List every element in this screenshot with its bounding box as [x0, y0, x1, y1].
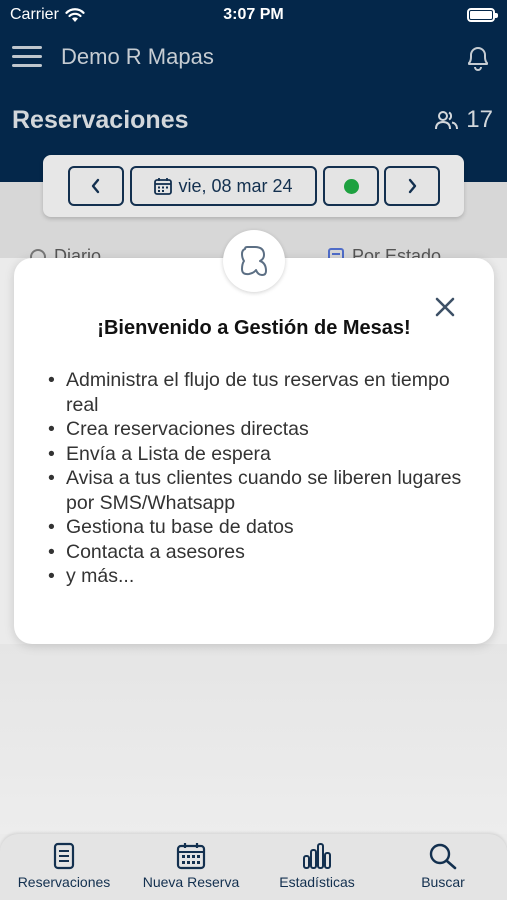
- tab-reservaciones[interactable]: Reservaciones: [14, 834, 114, 900]
- status-filter-button[interactable]: [323, 166, 379, 206]
- app-logo: [223, 230, 285, 292]
- guest-count-value: 17: [466, 106, 493, 133]
- document-icon: [53, 842, 75, 870]
- date-navigation: vie, 08 mar 24: [43, 155, 464, 217]
- feature-item: Contacta a asesores: [48, 540, 468, 565]
- bell-icon[interactable]: [465, 44, 491, 72]
- status-time: 3:07 PM: [223, 6, 284, 23]
- feature-list: Administra el flujo de tus reservas en t…: [48, 368, 468, 589]
- tab-buscar[interactable]: Buscar: [413, 834, 473, 900]
- bar-chart-icon: [303, 843, 331, 869]
- tab-nueva-reserva-label: Nueva Reserva: [142, 874, 240, 890]
- calendar-icon: [154, 178, 173, 195]
- page-title: Reservaciones: [12, 106, 189, 134]
- chevron-right-icon: [408, 178, 417, 194]
- previous-day-button[interactable]: [68, 166, 124, 206]
- date-label: vie, 08 mar 24: [178, 175, 293, 196]
- feature-item: Envía a Lista de espera: [48, 442, 468, 467]
- feature-item: Crea reservaciones directas: [48, 417, 468, 442]
- people-icon: [435, 111, 459, 130]
- modal-title: ¡Bienvenido a Gestión de Mesas!: [97, 317, 411, 339]
- guest-count: 17: [434, 106, 493, 134]
- logo-icon: [241, 246, 267, 276]
- status-bar: Carrier 3:07 PM: [0, 0, 507, 30]
- tab-estadisticas-label: Estadísticas: [279, 874, 355, 890]
- calendar-icon: [176, 843, 206, 870]
- menu-icon[interactable]: [12, 46, 42, 70]
- tab-nueva-reserva[interactable]: Nueva Reserva: [139, 834, 243, 900]
- feature-item: Gestiona tu base de datos: [48, 515, 468, 540]
- tab-reservaciones-label: Reservaciones: [17, 874, 111, 890]
- next-day-button[interactable]: [384, 166, 440, 206]
- content-background-lower: [0, 644, 507, 834]
- feature-item: Administra el flujo de tus reservas en t…: [48, 368, 468, 417]
- chevron-left-icon: [91, 178, 100, 194]
- app-title: Demo R Mapas: [61, 44, 214, 69]
- tab-bar: Reservaciones Nueva Reserva Estadísticas…: [0, 834, 507, 900]
- feature-item: y más...: [48, 564, 468, 589]
- date-picker-button[interactable]: vie, 08 mar 24: [130, 166, 317, 206]
- status-dot-icon: [343, 178, 359, 194]
- battery-icon: [467, 8, 498, 22]
- search-icon: [429, 843, 457, 870]
- tab-estadisticas[interactable]: Estadísticas: [272, 834, 362, 900]
- welcome-modal: ¡Bienvenido a Gestión de Mesas! Administ…: [14, 258, 494, 644]
- tab-buscar-label: Buscar: [421, 874, 465, 890]
- feature-item: Avisa a tus clientes cuando se liberen l…: [48, 466, 468, 515]
